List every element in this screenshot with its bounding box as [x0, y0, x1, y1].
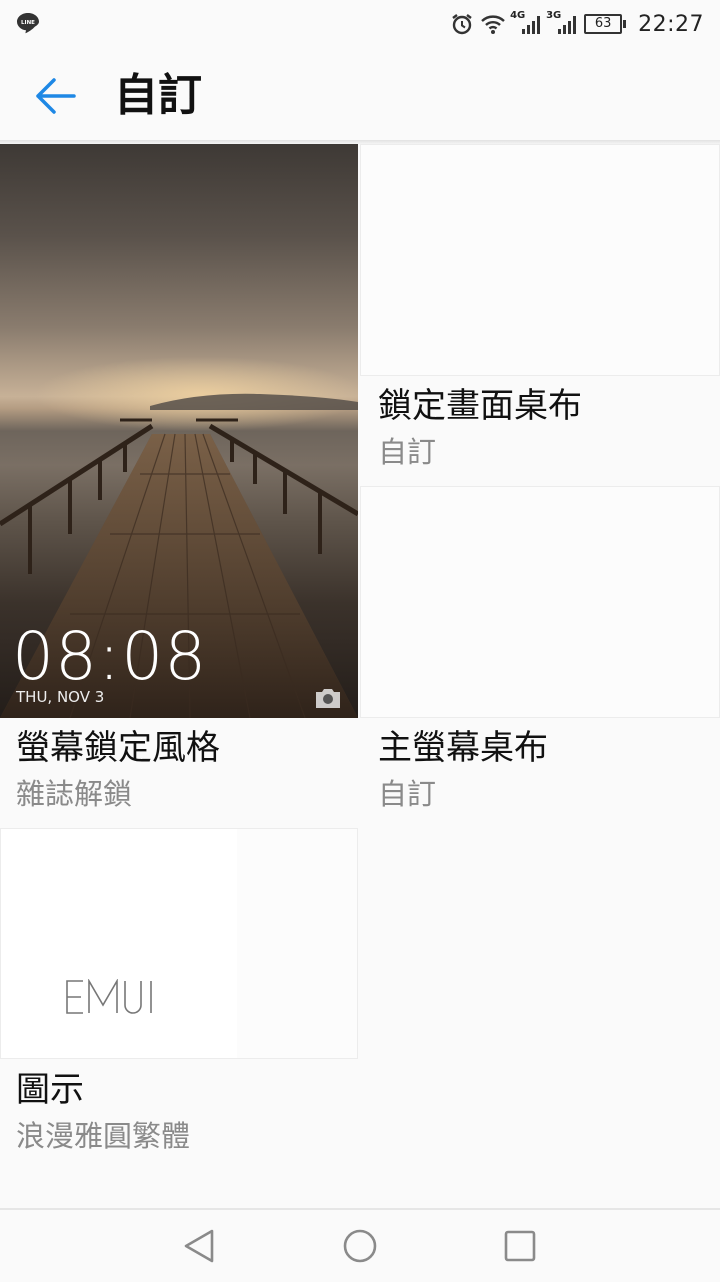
lock-wallpaper-title: 鎖定畫面桌布 [378, 386, 582, 426]
icon-style-tile[interactable] [0, 828, 358, 1059]
signal-icon-4g: 4G [510, 10, 542, 34]
icon-style-preview [1, 829, 237, 1058]
line-app-icon: LINE [17, 13, 39, 34]
status-clock: 22:27 [638, 11, 704, 37]
camera-icon [316, 689, 340, 708]
recents-square-icon[interactable] [500, 1226, 540, 1266]
emui-logo [66, 979, 152, 1014]
status-bar: LINE 4G 3G 63 22:27 [0, 0, 720, 48]
action-bar: 自訂 [0, 48, 720, 140]
arrow-left-icon[interactable] [34, 76, 76, 116]
lock-preview-date: THU, NOV 3 [16, 688, 105, 706]
wifi-icon [481, 15, 505, 34]
home-wallpaper-subtitle: 自訂 [378, 777, 437, 811]
home-wallpaper-title: 主螢幕桌布 [378, 728, 548, 768]
network-type-label: 3G [546, 10, 562, 21]
lock-style-preview[interactable]: 08:08 THU, NOV 3 [0, 144, 358, 718]
alarm-icon [452, 14, 472, 35]
home-wallpaper-tile[interactable] [360, 486, 720, 718]
battery-level: 63 [584, 14, 623, 34]
lock-preview-time: 08:08 [12, 618, 208, 695]
svg-text:LINE: LINE [21, 20, 35, 26]
lock-style-subtitle: 雜誌解鎖 [16, 777, 133, 811]
icon-style-title: 圖示 [16, 1070, 84, 1110]
network-type-label: 4G [510, 10, 526, 21]
icon-style-subtitle: 浪漫雅圓繁體 [16, 1119, 191, 1153]
signal-icon-3g: 3G [546, 10, 578, 34]
page-title: 自訂 [114, 70, 202, 121]
back-triangle-icon[interactable] [180, 1226, 220, 1266]
navigation-bar [0, 1208, 720, 1282]
battery-icon: 63 [584, 14, 627, 34]
lock-wallpaper-tile[interactable] [360, 144, 720, 376]
status-icons: 4G 3G 63 22:27 [450, 10, 704, 38]
lock-style-title: 螢幕鎖定風格 [16, 728, 220, 768]
home-circle-icon[interactable] [340, 1226, 380, 1266]
lock-wallpaper-subtitle: 自訂 [378, 435, 437, 469]
